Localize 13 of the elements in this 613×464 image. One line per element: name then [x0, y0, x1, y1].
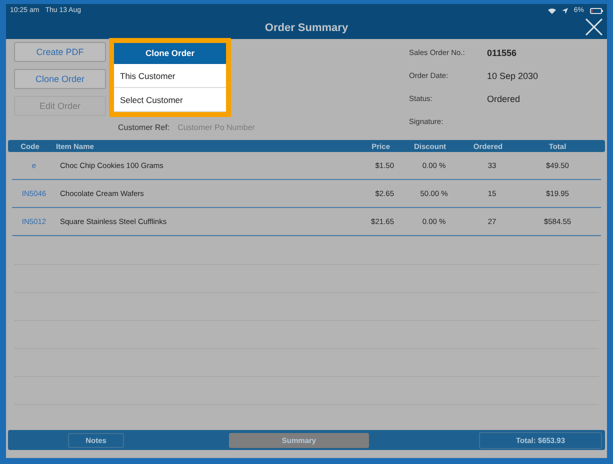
action-button[interactable]: Create PDF [14, 42, 106, 62]
customer-ref-field[interactable]: Customer Po Number [178, 123, 255, 132]
info-value: 011556 [487, 48, 518, 58]
close-icon[interactable] [585, 18, 603, 36]
window-title: Order Summary [264, 22, 348, 34]
info-value: Ordered [487, 94, 522, 104]
info-value: 10 Sep 2030 [487, 71, 540, 81]
popover-title: Clone Order [114, 43, 226, 64]
wifi-icon [548, 8, 556, 14]
action-button[interactable]: Clone Order [14, 69, 106, 89]
battery-icon [590, 8, 603, 14]
location-arrow-icon [562, 8, 568, 14]
customer-ref-label: Customer Ref: [118, 123, 170, 132]
